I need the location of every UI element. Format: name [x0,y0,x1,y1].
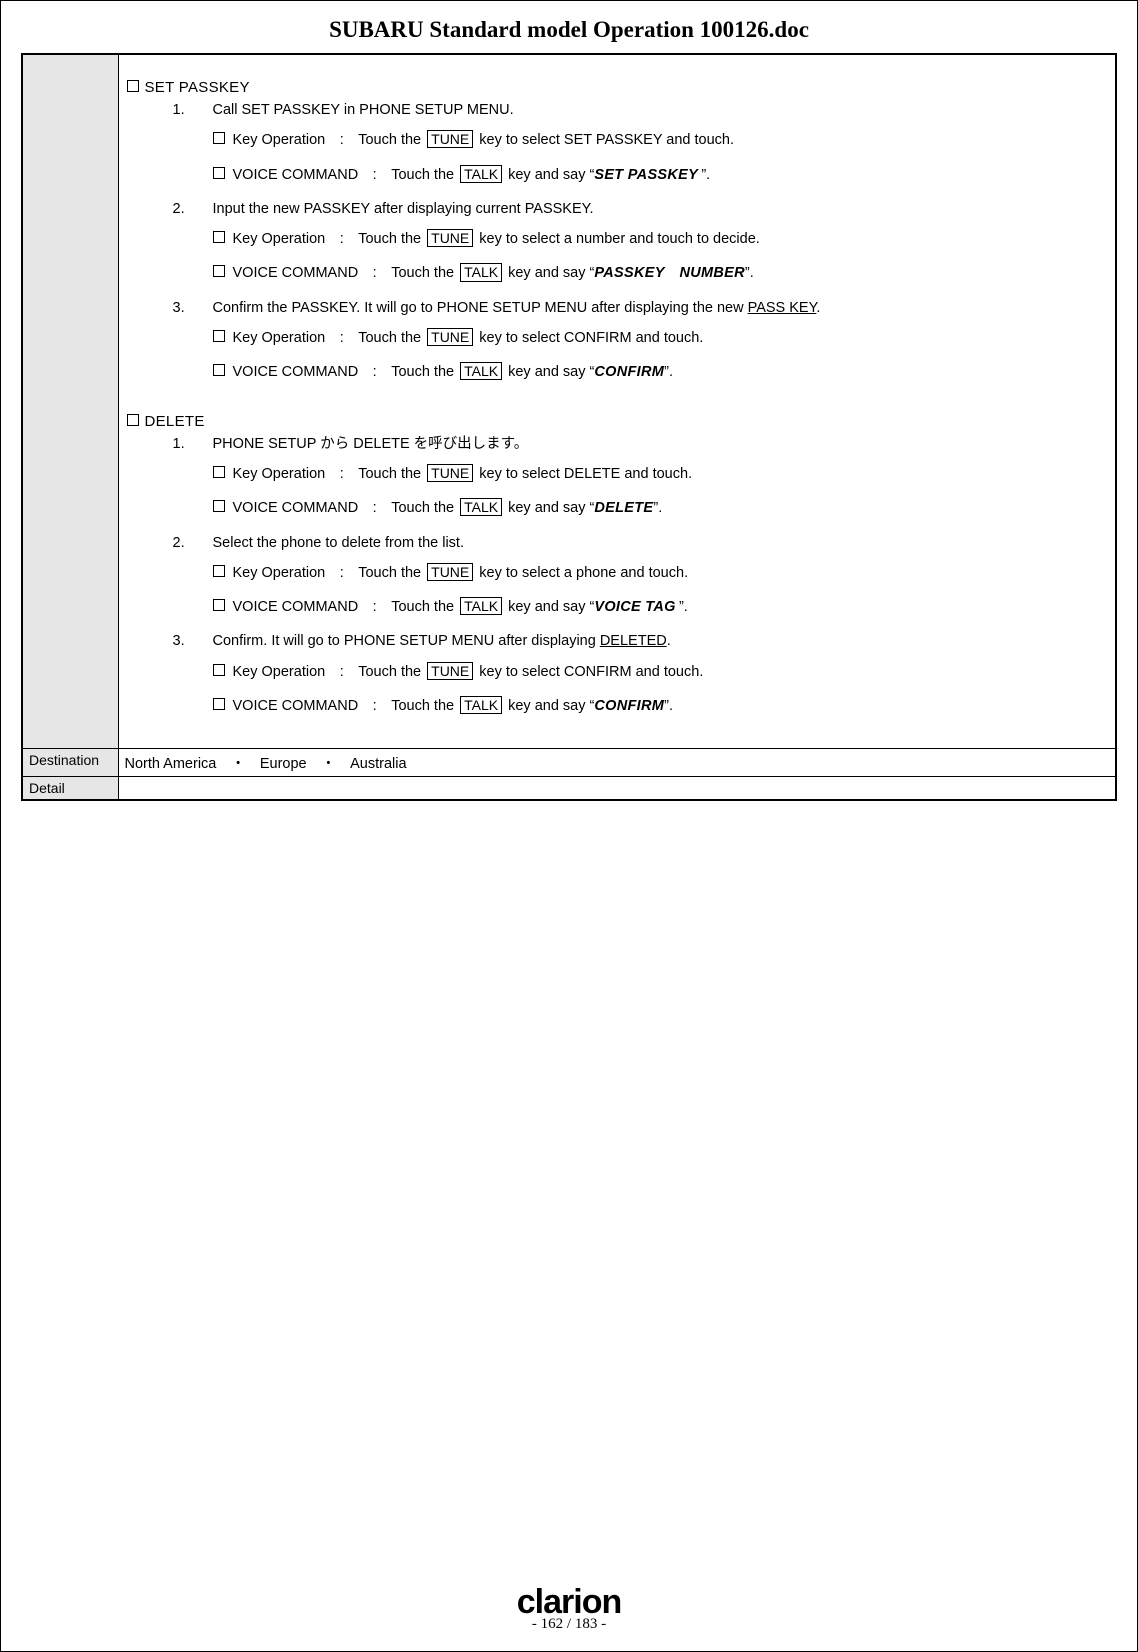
checkbox-icon [213,364,225,376]
voice-phrase: VOICE TAG [594,599,679,615]
key-operation-line: Key Operation : Touch the TUNE key to se… [213,130,1102,150]
key-operation-line: Key Operation : Touch the TUNE key to se… [213,229,1102,249]
step-row: 1. PHONE SETUP から DELETE を呼び出します。 [173,434,1102,454]
destination-label-cell: Destination [22,749,118,777]
checkbox-icon [213,664,225,676]
talk-keycap: TALK [460,498,502,516]
keyop-mid: key to select [475,132,564,148]
step-row: 2. Select the phone to delete from the l… [173,533,1102,553]
voice-phrase: SET PASSKEY [594,167,701,183]
checkbox-icon [213,231,225,243]
destination-value-cell: North America ・ Europe ・ Australia [118,749,1116,777]
step-text: Select the phone to delete from the list… [213,533,1102,553]
key-operation-line: Key Operation : Touch the TUNE key to se… [213,328,1102,348]
step-list: 1. Call SET PASSKEY in PHONE SETUP MENU.… [127,100,1102,383]
page-frame: SUBARU Standard model Operation 100126.d… [0,0,1138,1652]
checkbox-icon [213,132,225,144]
keyop-target: SET PASSKEY [564,132,662,148]
step-number: 1. [173,100,191,120]
tune-keycap: TUNE [427,328,473,346]
section-title: DELETE [145,411,205,432]
voice-command-line: VOICE COMMAND : Touch the TALK key and s… [213,165,1102,185]
step-number: 3. [173,298,191,318]
talk-keycap: TALK [460,696,502,714]
voice-prefix: VOICE COMMAND : Touch the [233,167,459,183]
page-number: - 162 / 183 - [21,1616,1117,1633]
voice-phrase: CONFIRM [594,364,664,380]
keyop-target: DELETE [564,466,620,482]
checkbox-icon [213,466,225,478]
checkbox-icon [213,330,225,342]
talk-keycap: TALK [460,263,502,281]
checkbox-icon [213,599,225,611]
checkbox-icon [213,698,225,710]
voice-command-line: VOICE COMMAND : Touch the TALK key and s… [213,696,1102,716]
step-text: Confirm. It will go to PHONE SETUP MENU … [213,631,1102,651]
step-text: Call SET PASSKEY in PHONE SETUP MENU. [213,100,1102,120]
detail-label-cell: Detail [22,777,118,801]
talk-keycap: TALK [460,597,502,615]
keyop-prefix: Key Operation : Touch the [233,132,426,148]
voice-command-line: VOICE COMMAND : Touch the TALK key and s… [213,597,1102,617]
step-text: Input the new PASSKEY after displaying c… [213,199,1102,219]
voice-command-line: VOICE COMMAND : Touch the TALK key and s… [213,362,1102,382]
tune-keycap: TUNE [427,229,473,247]
talk-keycap: TALK [460,362,502,380]
voice-command-line: VOICE COMMAND : Touch the TALK key and s… [213,498,1102,518]
key-operation-line: Key Operation : Touch the TUNE key to se… [213,464,1102,484]
checkbox-icon [213,265,225,277]
voice-mid: key and say “ [504,167,594,183]
tune-keycap: TUNE [427,662,473,680]
key-operation-line: Key Operation : Touch the TUNE key to se… [213,662,1102,682]
step-text: PHONE SETUP から DELETE を呼び出します。 [213,434,1102,454]
content-cell: SET PASSKEY 1. Call SET PASSKEY in PHONE… [118,54,1116,749]
keyop-target: a phone [564,565,616,581]
step-row: 2. Input the new PASSKEY after displayin… [173,199,1102,219]
document-title: SUBARU Standard model Operation 100126.d… [21,17,1117,43]
talk-keycap: TALK [460,165,502,183]
tune-keycap: TUNE [427,563,473,581]
checkbox-icon [213,167,225,179]
voice-end: ”. [701,167,710,183]
keyop-target: CONFIRM [564,664,632,680]
keyop-target: CONFIRM [564,330,632,346]
step-text: Confirm the PASSKEY. It will go to PHONE… [213,298,1102,318]
tune-keycap: TUNE [427,130,473,148]
step-list: 1. PHONE SETUP から DELETE を呼び出します。 Key Op… [127,434,1102,717]
main-table: SET PASSKEY 1. Call SET PASSKEY in PHONE… [21,53,1117,801]
step-number: 2. [173,533,191,553]
step-row: 1. Call SET PASSKEY in PHONE SETUP MENU. [173,100,1102,120]
keyop-target: a number [564,231,625,247]
side-cell-blank [22,54,118,749]
voice-phrase: DELETE [594,500,653,516]
section-header: DELETE [127,411,1102,432]
checkbox-icon [213,565,225,577]
detail-value-cell [118,777,1116,801]
step-row: 3. Confirm. It will go to PHONE SETUP ME… [173,631,1102,651]
section-header: SET PASSKEY [127,77,1102,98]
key-operation-line: Key Operation : Touch the TUNE key to se… [213,563,1102,583]
section-title: SET PASSKEY [145,77,250,98]
step-row: 3. Confirm the PASSKEY. It will go to PH… [173,298,1102,318]
checkbox-icon [127,414,139,426]
page-footer: clarion - 162 / 183 - [21,1567,1117,1633]
checkbox-icon [127,80,139,92]
brand-logo: clarion [21,1587,1117,1618]
tune-keycap: TUNE [427,464,473,482]
step-number: 1. [173,434,191,454]
step-number: 2. [173,199,191,219]
underlined-text: DELETED [600,633,667,649]
voice-command-line: VOICE COMMAND : Touch the TALK key and s… [213,263,1102,283]
step-number: 3. [173,631,191,651]
keyop-suffix: and touch. [662,132,734,148]
underlined-text: PASS KEY [748,300,817,316]
voice-phrase: CONFIRM [594,698,664,714]
voice-phrase: PASSKEY NUMBER [594,265,745,281]
checkbox-icon [213,500,225,512]
